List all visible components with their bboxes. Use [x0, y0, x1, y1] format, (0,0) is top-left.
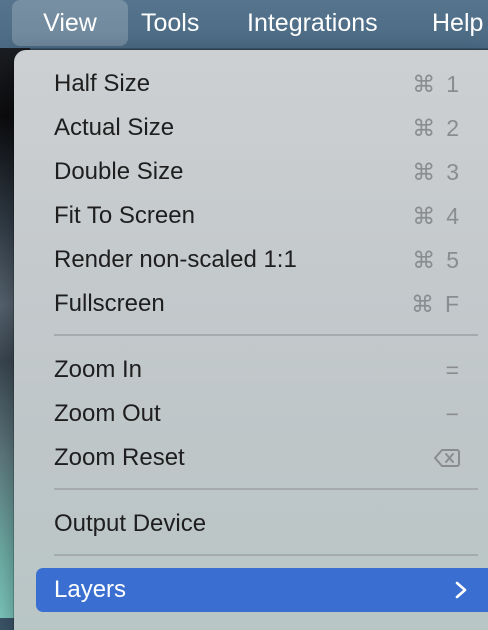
menu-item-fit-to-screen[interactable]: Fit To Screen ⌘ 4 [28, 194, 488, 238]
menu-item-label: Fullscreen [54, 290, 165, 317]
menu-item-label: Layers [54, 576, 127, 603]
command-key-icon: ⌘ [412, 71, 437, 97]
command-key-icon: ⌘ [412, 203, 437, 229]
shortcut-label: ⌘ 2 [412, 106, 460, 150]
menu-bar: View Tools Integrations Help [0, 0, 488, 48]
menu-item-label: Render non-scaled 1:1 [54, 246, 297, 273]
menu-item-label: Zoom In [54, 356, 143, 383]
shortcut-key: 3 [446, 159, 460, 185]
menu-item-label: Zoom Out [54, 400, 161, 427]
shortcut-key: 4 [446, 203, 460, 229]
command-key-icon: ⌘ [412, 115, 437, 141]
menu-item-zoom-reset[interactable]: Zoom Reset [28, 436, 488, 480]
menu-item-label: Half Size [54, 70, 151, 97]
shortcut-key: 5 [446, 247, 460, 273]
menu-item-label: Double Size [54, 158, 184, 185]
menu-item-zoom-out[interactable]: Zoom Out − [28, 392, 488, 436]
view-menu-dropdown: Half Size ⌘ 1 Actual Size ⌘ 2 Double Size … [14, 50, 488, 630]
menu-integrations[interactable]: Integrations [247, 0, 378, 48]
menu-tools[interactable]: Tools [141, 0, 199, 48]
menu-item-double-size[interactable]: Double Size ⌘ 3 [28, 150, 488, 194]
shortcut-key: 2 [446, 115, 460, 141]
shortcut-label: ⌘ 5 [412, 238, 460, 282]
shortcut-key: F [444, 291, 460, 317]
menu-item-label: Zoom Reset [54, 444, 185, 471]
command-key-icon: ⌘ [410, 291, 435, 317]
menu-separator [54, 488, 478, 490]
menu-item-label: Fit To Screen [54, 202, 195, 229]
menu-view[interactable]: View [12, 0, 128, 46]
shortcut-label: = [445, 357, 460, 383]
shortcut-label: − [445, 401, 460, 427]
menu-item-half-size[interactable]: Half Size ⌘ 1 [28, 62, 488, 106]
chevron-right-icon [455, 581, 467, 599]
shortcut-label: ⌘ 4 [412, 194, 460, 238]
menu-item-render-non-scaled[interactable]: Render non-scaled 1:1 ⌘ 5 [28, 238, 488, 282]
shortcut-key: 1 [446, 71, 460, 97]
menu-item-zoom-in[interactable]: Zoom In = [28, 348, 488, 392]
menu-item-actual-size[interactable]: Actual Size ⌘ 2 [28, 106, 488, 150]
shortcut-label: ⌘ F [411, 282, 460, 326]
command-key-icon: ⌘ [412, 159, 437, 185]
menu-item-label: Output Device [54, 510, 207, 537]
menu-item-label: Actual Size [54, 114, 175, 141]
menu-item-layers[interactable]: Layers [36, 568, 488, 612]
menu-separator [54, 554, 478, 556]
shortcut-label: ⌘ 1 [412, 62, 460, 106]
shortcut-label [434, 436, 460, 480]
delete-left-icon [434, 449, 460, 468]
command-key-icon: ⌘ [412, 247, 437, 273]
menu-item-fullscreen[interactable]: Fullscreen ⌘ F [28, 282, 488, 326]
shortcut-label: ⌘ 3 [412, 150, 460, 194]
menu-help[interactable]: Help [432, 0, 483, 48]
menu-item-output-device[interactable]: Output Device [28, 502, 488, 546]
menu-separator [54, 334, 478, 336]
